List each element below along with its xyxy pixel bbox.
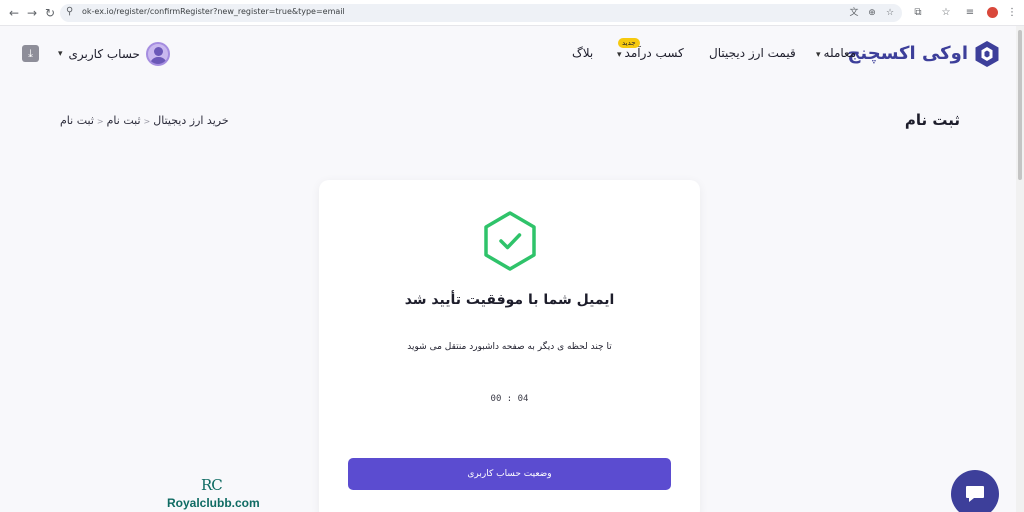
account-menu[interactable]: حساب کاربری ▾ xyxy=(58,42,170,66)
browser-toolbar: ← → ↻ ⚲ ok-ex.io/register/confirmRegiste… xyxy=(0,0,1024,26)
breadcrumb-item[interactable]: ثبت نام xyxy=(107,114,141,127)
zoom-icon[interactable]: ⊕ xyxy=(866,7,878,19)
logo-icon[interactable] xyxy=(973,40,1001,68)
breadcrumb-item-current: ثبت نام xyxy=(60,114,94,127)
chevron-down-icon: ▾ xyxy=(58,49,63,59)
redirect-message: تا چند لحظه ی دیگر به صفحه داشبورد منتقل… xyxy=(407,342,612,352)
translate-icon[interactable]: 文 xyxy=(848,7,860,19)
menu-trade[interactable]: معامله▾ xyxy=(816,46,856,60)
address-bar[interactable]: ⚲ ok-ex.io/register/confirmRegister?new_… xyxy=(60,4,902,22)
watermark-logo: RC Royalclubb.com xyxy=(163,476,269,512)
profile-icon[interactable] xyxy=(987,7,998,18)
menu-earn[interactable]: کسب درآمد▾ xyxy=(617,46,684,60)
countdown-timer: 00 : 04 xyxy=(490,394,529,404)
breadcrumb: خرید ارز دیجیتال<ثبت نام<ثبت نام xyxy=(60,114,229,127)
bookmark-star-icon[interactable]: ☆ xyxy=(884,7,896,19)
breadcrumb-item[interactable]: خرید ارز دیجیتال xyxy=(153,114,228,127)
menu-dots-icon[interactable]: ⋮ xyxy=(1004,5,1020,21)
chat-icon xyxy=(966,486,984,502)
confirmation-card: ایمیل شما با موفقیت تأیید شد تا چند لحظه… xyxy=(319,180,700,512)
watermark-text: Royalclubb.com xyxy=(167,496,260,510)
reload-icon[interactable]: ↻ xyxy=(42,5,58,21)
menu-blog-label: بلاگ xyxy=(572,46,594,60)
menu-prices-label: قیمت ارز دیجیتال xyxy=(709,46,796,60)
logo-text[interactable]: اوکی اکسچنج xyxy=(847,43,968,64)
bookmarks-icon[interactable]: ☆ xyxy=(938,5,954,21)
breadcrumb-separator-icon: < xyxy=(96,117,104,126)
forward-icon[interactable]: → xyxy=(24,5,40,21)
chevron-down-icon: ▾ xyxy=(617,50,622,60)
menu-earn-label: کسب درآمد xyxy=(624,46,684,60)
watermark-mark: RC xyxy=(201,476,223,494)
success-check-icon xyxy=(484,211,536,271)
menu-blog[interactable]: بلاگ xyxy=(572,46,593,60)
breadcrumb-separator-icon: < xyxy=(143,117,151,126)
extensions-icon[interactable]: ⧉ xyxy=(910,5,926,21)
back-icon[interactable]: ← xyxy=(6,5,22,21)
site-info-icon[interactable]: ⚲ xyxy=(66,6,73,17)
menu-prices[interactable]: قیمت ارز دیجیتال xyxy=(709,46,796,60)
address-url[interactable]: ok-ex.io/register/confirmRegister?new_re… xyxy=(82,7,345,16)
chat-button[interactable] xyxy=(951,470,999,512)
scrollbar-thumb[interactable] xyxy=(1018,30,1022,180)
success-heading: ایمیل شما با موفقیت تأیید شد xyxy=(404,292,615,308)
account-status-button[interactable]: وضعیت حساب کاربری xyxy=(348,458,671,490)
avatar[interactable] xyxy=(145,42,170,66)
new-badge: جدید xyxy=(618,38,640,48)
media-icon[interactable]: ≡ xyxy=(962,5,978,21)
site-header: اوکی اکسچنج معامله▾ قیمت ارز دیجیتال کسب… xyxy=(0,26,1016,82)
download-app-icon[interactable]: ⤓ xyxy=(22,45,39,62)
chevron-down-icon: ▾ xyxy=(816,50,821,60)
page-title: ثبت نام xyxy=(904,111,960,129)
menu-trade-label: معامله xyxy=(823,46,857,60)
account-label: حساب کاربری xyxy=(68,47,140,61)
